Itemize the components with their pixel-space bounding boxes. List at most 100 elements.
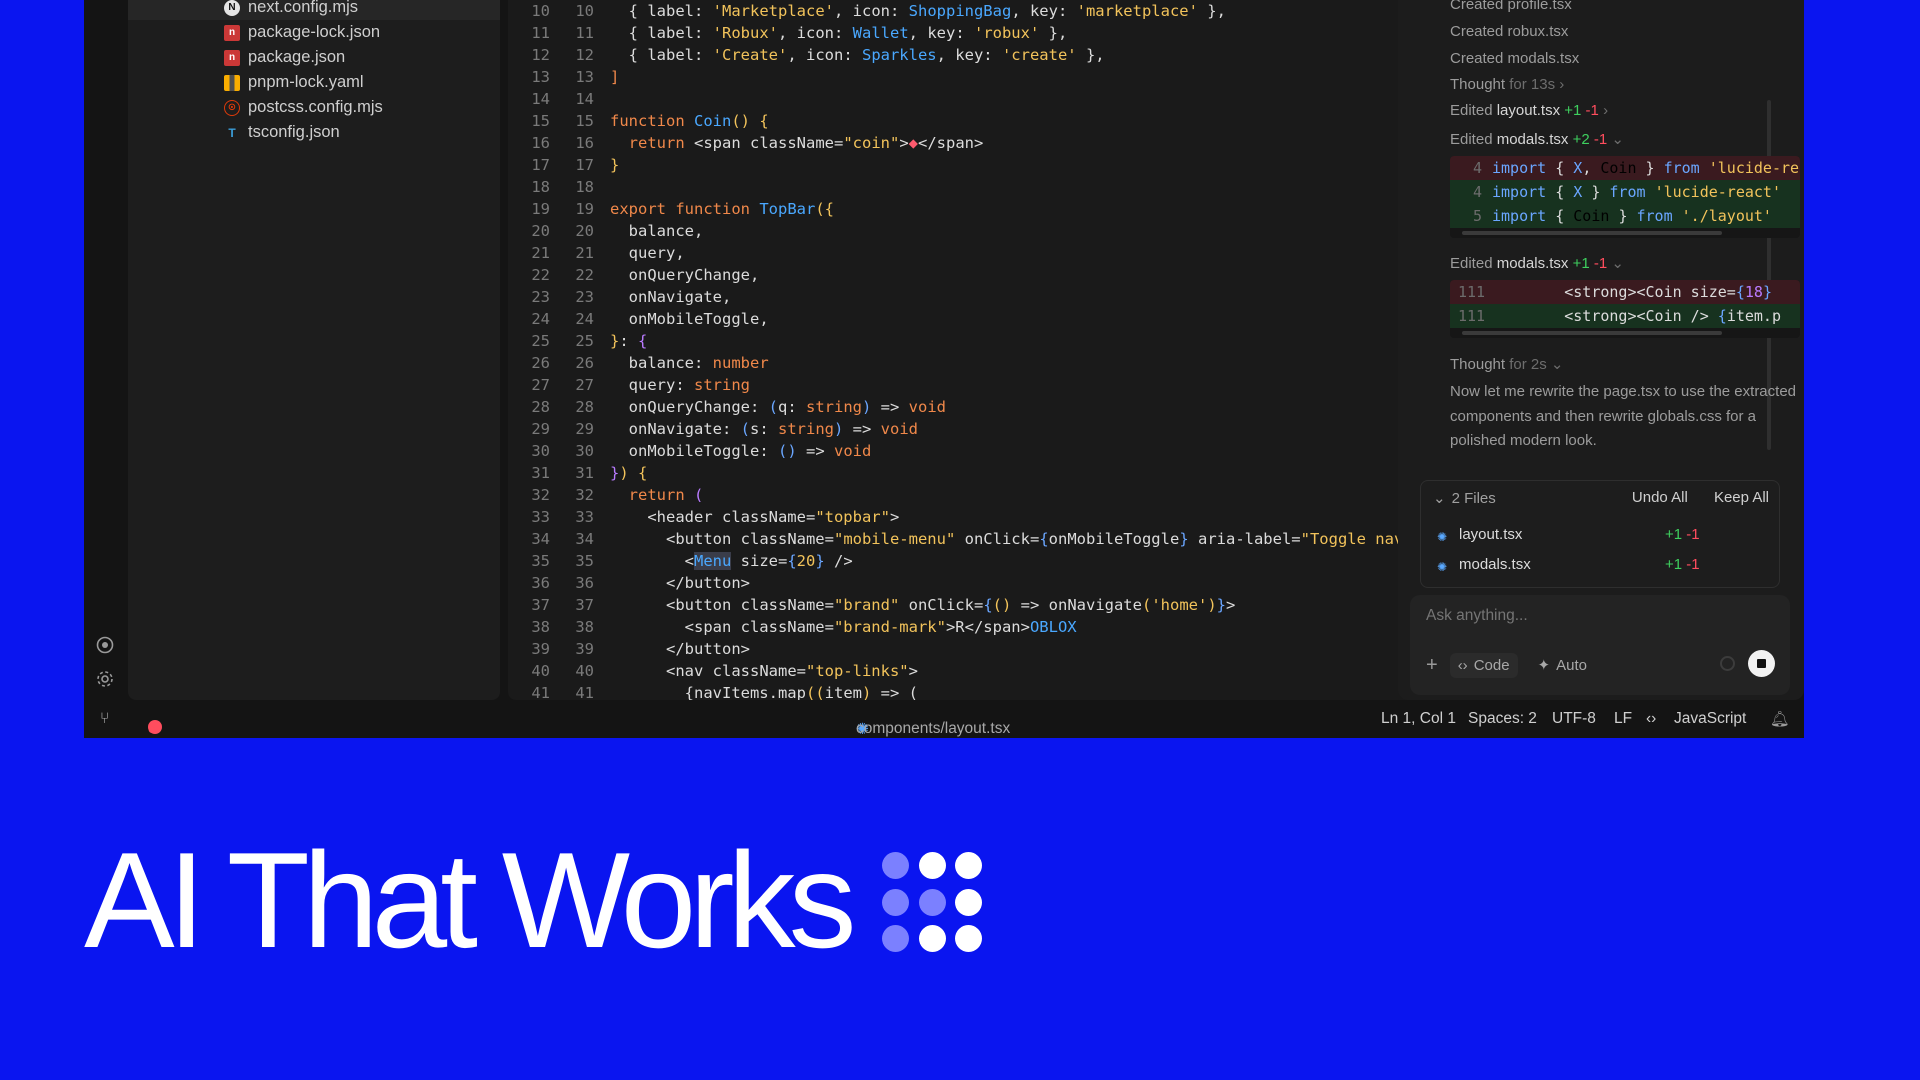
file-item[interactable]: Ttsconfig.json xyxy=(128,120,500,145)
code-line[interactable]: 37 37 <button className="brand" onClick={… xyxy=(508,594,1235,616)
code-line[interactable]: 33 33 <header className="topbar"> xyxy=(508,506,899,528)
code-line[interactable]: 27 27 query: string xyxy=(508,374,750,396)
line-number: 22 xyxy=(575,266,594,284)
code-text: <span className="brand-mark">R</span>OBL… xyxy=(684,618,1077,636)
chat-input[interactable] xyxy=(1426,607,1766,625)
file-item[interactable]: Nnext.config.mjs xyxy=(128,0,500,20)
file-name: pnpm-lock.yaml xyxy=(248,73,364,91)
plus-icon[interactable]: + xyxy=(1426,654,1438,677)
code-line[interactable]: 18 18 xyxy=(508,176,610,198)
files-toggle[interactable]: ⌄ 2 Files xyxy=(1433,489,1496,507)
line-number: 39 xyxy=(531,640,550,658)
line-number: 24 xyxy=(531,310,550,328)
code-line[interactable]: 36 36 </button> xyxy=(508,572,750,594)
code-line[interactable]: 28 28 onQueryChange: (q: string) => void xyxy=(508,396,946,418)
file-item[interactable]: n package-lock.json xyxy=(128,20,500,45)
git-branch-icon[interactable]: ⑂ xyxy=(100,710,109,728)
code-line[interactable]: 26 26 balance: number xyxy=(508,352,769,374)
diff-scrollbar[interactable] xyxy=(1450,328,1800,338)
code-line[interactable]: 10 10 { label: 'Marketplace', icon: Shopp… xyxy=(508,0,1226,22)
line-number: 24 xyxy=(575,310,594,328)
code-line[interactable]: 13 13] xyxy=(508,66,619,88)
keep-all-button[interactable]: Keep All xyxy=(1714,489,1769,506)
sparkle-icon: ✦ xyxy=(1537,657,1551,674)
code-line[interactable]: 25 25}: { xyxy=(508,330,647,352)
code-text: <button className="mobile-menu" onClick=… xyxy=(666,530,1436,548)
encoding[interactable]: UTF-8 xyxy=(1552,710,1596,728)
cursor-position[interactable]: Ln 1, Col 1 xyxy=(1381,710,1456,728)
indentation[interactable]: Spaces: 2 xyxy=(1468,710,1537,728)
code-line[interactable]: 11 11 { label: 'Robux', icon: Wallet, key… xyxy=(508,22,1067,44)
code-line[interactable]: 32 32 return ( xyxy=(508,484,703,506)
code-line[interactable]: 41 41 {navItems.map((item) => ( xyxy=(508,682,918,700)
line-number: 34 xyxy=(531,530,550,548)
undo-all-button[interactable]: Undo All xyxy=(1632,489,1688,506)
code-text: onNavigate, xyxy=(628,288,732,306)
diff-scrollbar[interactable] xyxy=(1450,228,1800,238)
ide-window: Nnext.config.mjs n package-lock.json n packa… xyxy=(84,0,1804,738)
code-line[interactable]: 29 29 onNavigate: (s: string) => void xyxy=(508,418,918,440)
thought-toggle[interactable]: Thought for 2s ⌄ xyxy=(1450,355,1563,373)
line-number: 11 xyxy=(575,24,594,42)
diff-preview[interactable]: 111 <strong><Coin size={18} 111 <strong><… xyxy=(1450,280,1800,338)
line-number: 29 xyxy=(531,420,550,438)
code-mode-button[interactable]: ‹› Code xyxy=(1449,652,1518,678)
created-file-entry[interactable]: Created profile.tsx xyxy=(1450,0,1572,13)
language-mode[interactable]: JavaScript xyxy=(1674,710,1746,728)
auto-model-button[interactable]: ✦ Auto xyxy=(1530,652,1595,678)
edited-file-entry[interactable]: Edited layout.tsx +1 -1 › xyxy=(1450,102,1608,119)
code-line[interactable]: 14 14 xyxy=(508,88,610,110)
file-item[interactable]: ⊙ postcss.config.mjs xyxy=(128,95,500,120)
code-line[interactable]: 22 22 onQueryChange, xyxy=(508,264,759,286)
code-line[interactable]: 34 34 <button className="mobile-menu" onC… xyxy=(508,528,1436,550)
bell-icon[interactable]: 🔔︎ xyxy=(1770,710,1790,729)
created-file-entry[interactable]: Created robux.tsx xyxy=(1450,23,1568,40)
line-number: 21 xyxy=(531,244,550,262)
code-line[interactable]: 24 24 onMobileToggle, xyxy=(508,308,768,330)
code-line[interactable]: 38 38 <span className="brand-mark">R</spa… xyxy=(508,616,1077,638)
thought-toggle[interactable]: Thought for 13s › xyxy=(1450,76,1564,93)
code-line[interactable]: 16 16 return <span className="coin">◆</sp… xyxy=(508,132,983,154)
code-editor[interactable]: 99 { label: 'Profile', icon: UserRound, … xyxy=(508,0,1436,700)
code-line[interactable]: 17 17} xyxy=(508,154,619,176)
code-line[interactable]: 35 35 <Menu size={20} /> xyxy=(508,550,853,572)
code-text: balance: number xyxy=(628,354,769,372)
code-line[interactable]: 15 15 function Coin() { xyxy=(508,110,768,132)
line-number: 36 xyxy=(531,574,550,592)
line-number: 30 xyxy=(575,442,594,460)
file-item[interactable]: pnpm-lock.yaml xyxy=(128,70,500,95)
line-number: 25 xyxy=(531,332,550,350)
code-line[interactable]: 20 20 balance, xyxy=(508,220,703,242)
changed-file-row[interactable]: ✺ layout.tsx +1 -1 xyxy=(1437,526,1767,544)
code-line[interactable]: 30 30 onMobileToggle: () => void xyxy=(508,440,871,462)
edited-file-entry[interactable]: Edited modals.tsx +1 -1 ⌄ xyxy=(1450,254,1624,272)
react-icon: ✺ xyxy=(1437,529,1448,544)
line-number: 18 xyxy=(531,178,550,196)
code-line[interactable]: 21 21 query, xyxy=(508,242,684,264)
code-line[interactable]: 40 40 <nav className="top-links"> xyxy=(508,660,918,682)
line-number: 37 xyxy=(531,596,550,614)
code-line[interactable]: 19 19 export function TopBar({ xyxy=(508,198,834,220)
file-item[interactable]: n package.json xyxy=(128,45,500,70)
diff-preview[interactable]: 4 import { X, Coin } from 'lucide-re 4 impo… xyxy=(1450,156,1800,238)
code-line[interactable]: 12 12 { label: 'Create', icon: Sparkles, … xyxy=(508,44,1104,66)
line-number: 33 xyxy=(575,508,594,526)
line-number: 19 xyxy=(575,200,594,218)
line-number: 38 xyxy=(531,618,550,636)
account-icon[interactable] xyxy=(96,636,114,654)
file-name: postcss.config.mjs xyxy=(248,98,383,116)
file-name: package-lock.json xyxy=(248,23,381,41)
dots-logo-icon xyxy=(882,852,982,952)
code-line[interactable]: 31 31}) { xyxy=(508,462,647,484)
changed-files-box: ⌄ 2 Files Undo All Keep All ✺ layout.tsx … xyxy=(1420,480,1780,588)
edited-file-entry[interactable]: Edited modals.tsx +2 -1 ⌄ xyxy=(1450,130,1624,148)
gear-icon[interactable] xyxy=(96,670,114,688)
changed-file-row[interactable]: ✺ modals.tsx +1 -1 xyxy=(1437,556,1767,574)
stop-button[interactable] xyxy=(1748,650,1775,677)
created-file-entry[interactable]: Created modals.tsx xyxy=(1450,50,1579,67)
code-text: {navItems.map((item) => ( xyxy=(684,684,918,700)
line-ending[interactable]: LF xyxy=(1614,710,1632,728)
code-text: onMobileToggle: () => void xyxy=(628,442,872,460)
code-line[interactable]: 23 23 onNavigate, xyxy=(508,286,731,308)
code-line[interactable]: 39 39 </button> xyxy=(508,638,750,660)
